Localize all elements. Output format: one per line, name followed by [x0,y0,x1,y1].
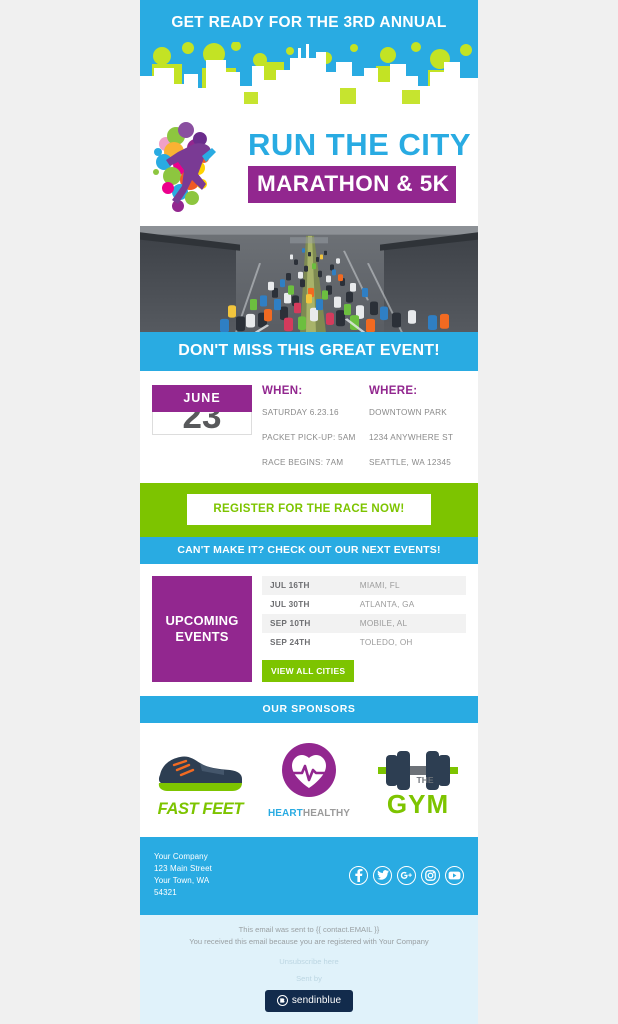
page-canvas: GET READY FOR THE 3RD ANNUAL RUN THE CIT… [0,0,618,1024]
event-city: MOBILE, AL [351,614,466,634]
social-links [349,865,464,885]
svg-text:GYM: GYM [387,789,449,819]
logo-primary-text: RUN THE CITY [248,127,471,163]
dumbbell-icon: THE GYM [377,751,458,819]
legal-line-1: This email was sent to {{ contact.EMAIL … [238,925,380,935]
sponsors-section: FAST FEET HEARTHEALTHY THE GYM [140,723,478,838]
sendinblue-logo[interactable]: sendinblue [264,990,354,1012]
marathon-photo [140,226,478,333]
sponsor-heart-healthy[interactable]: HEARTHEALTHY [255,739,364,819]
footer-legal: This email was sent to {{ contact.EMAIL … [140,915,478,1024]
sponsor-name-part-b: HEALTHY [302,808,351,820]
event-details: JUNE 23 WHEN: SATURDAY 6.23.16 PACKET PI… [140,371,478,484]
upcoming-events-label: UPCOMING EVENTS [152,576,252,683]
where-line-2: 1234 ANYWHERE ST [369,433,454,443]
sponsors-banner: OUR SPONSORS [140,696,478,724]
table-row[interactable]: SEP 10TH MOBILE, AL [262,614,466,634]
hero-header: GET READY FOR THE 3RD ANNUAL [140,0,478,104]
date-day: 23 [182,412,222,436]
when-line-3: RACE BEGINS: 7AM [262,458,344,468]
upcoming-events-list: JUL 16TH MIAMI, FL JUL 30TH ATLANTA, GA … [262,576,466,683]
where-heading: WHERE: [369,385,418,398]
when-line-2: PACKET PICK-UP: 5AM [262,433,356,443]
sponsor-name: HEARTHEALTHY [268,808,350,819]
running-shoe-icon [159,756,243,792]
when-heading: WHEN: [262,385,303,398]
sponsor-name: FAST FEET [157,800,244,819]
event-date: JUL 16TH [262,576,352,596]
svg-text:THE: THE [416,775,433,785]
unsubscribe-link[interactable]: Unsubscribe here [150,957,468,966]
event-date: SEP 10TH [262,614,352,634]
twitter-icon[interactable] [373,865,392,885]
event-city: MIAMI, FL [351,576,466,596]
register-cta-band: REGISTER FOR THE RACE NOW! [140,483,478,538]
sendinblue-mark-icon [276,995,288,1006]
where-column: WHERE: DOWNTOWN PARK 1234 ANYWHERE ST SE… [369,385,466,467]
event-city: TOLEDO, OH [359,638,413,648]
next-events-banner: CAN'T MAKE IT? CHECK OUT OUR NEXT EVENTS… [140,537,478,565]
runner-splash-icon [153,122,216,212]
date-badge: JUNE 23 [152,385,252,467]
sendinblue-label: sendinblue [291,995,342,1006]
facebook-icon[interactable] [349,865,368,885]
register-button[interactable]: REGISTER FOR THE RACE NOW! [187,494,431,526]
upcoming-events-table: JUL 16TH MIAMI, FL JUL 30TH ATLANTA, GA … [262,576,466,652]
where-line-3: SEATTLE, WA 12345 [369,458,452,468]
table-row[interactable]: JUL 30TH ATLANTA, GA [262,595,466,614]
google-plus-icon[interactable] [397,865,416,885]
when-line-1: SATURDAY 6.23.16 [262,408,339,418]
footer-blue: Your Company 123 Main Street Your Town, … [140,837,478,916]
event-date: JUL 30TH [270,600,310,610]
upcoming-events-section: UPCOMING EVENTS JUL 16TH MIAMI, FL JUL 3… [140,564,478,697]
when-column: WHEN: SATURDAY 6.23.16 PACKET PICK-UP: 5… [262,385,359,467]
email-container: GET READY FOR THE 3RD ANNUAL RUN THE CIT… [140,0,478,1024]
instagram-icon[interactable] [421,865,440,885]
legal-line-2: You received this email because you are … [189,937,429,947]
skyline-graphic [140,42,478,104]
date-day-frame: 23 [152,412,252,436]
company-address: Your Company 123 Main Street Your Town, … [154,852,212,898]
logo-text-block: RUN THE CITY MARATHON & 5K [246,129,471,203]
dont-miss-banner: DON'T MISS THIS GREAT EVENT! [140,332,478,372]
heart-pulse-icon [282,743,336,798]
sponsor-fast-feet[interactable]: FAST FEET [146,739,255,819]
date-month: JUNE [152,385,252,413]
table-row[interactable]: JUL 16TH MIAMI, FL [262,576,466,596]
sponsor-the-gym[interactable]: THE GYM [363,739,472,819]
youtube-icon[interactable] [445,865,464,885]
table-row[interactable]: SEP 24TH TOLEDO, OH [262,633,466,652]
event-city: ATLANTA, GA [359,600,415,610]
view-all-cities-button[interactable]: VIEW ALL CITIES [262,660,355,683]
sent-by-label: Sent by [296,974,322,983]
event-date: SEP 24TH [270,638,311,648]
logo-secondary-text: MARATHON & 5K [248,165,457,203]
brand-logo-band: RUN THE CITY MARATHON & 5K [140,104,478,226]
sponsor-name-part-a: HEART [267,808,303,820]
where-line-1: DOWNTOWN PARK [369,408,447,418]
hero-headline: GET READY FOR THE 3RD ANNUAL [171,14,447,31]
